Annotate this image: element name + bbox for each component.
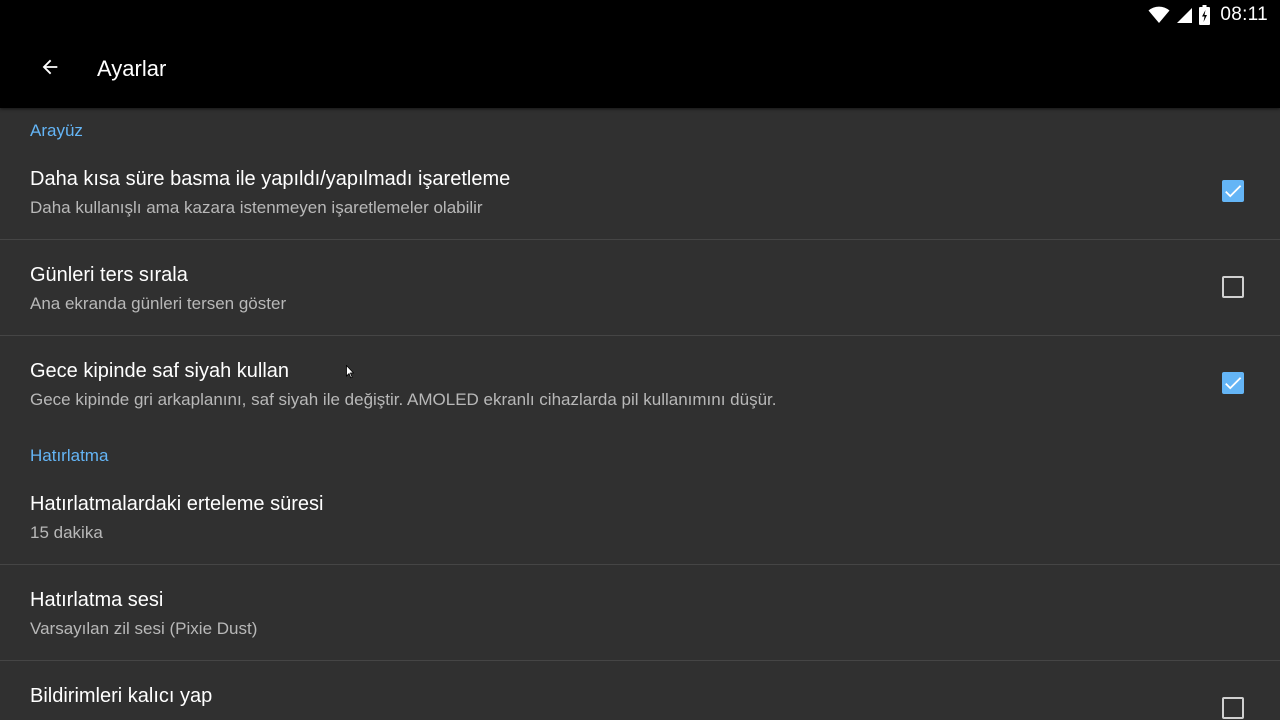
settings-screen: 08:11 Ayarlar Arayüz Daha kısa süre basm…: [0, 0, 1280, 720]
settings-list[interactable]: Arayüz Daha kısa süre basma ile yapıldı/…: [0, 108, 1280, 720]
pref-pure-black[interactable]: Gece kipinde saf siyah kullan Gece kipin…: [0, 336, 1280, 431]
pref-sticky-notifications[interactable]: Bildirimleri kalıcı yap: [0, 661, 1280, 720]
pref-title: Günleri ters sırala: [30, 264, 188, 286]
pref-summary: Varsayılan zil sesi (Pixie Dust): [30, 619, 258, 638]
back-button[interactable]: [22, 41, 78, 97]
status-time: 08:11: [1220, 4, 1268, 25]
reverse-days-checkbox[interactable]: [1222, 276, 1244, 298]
pref-title: Bildirimleri kalıcı yap: [30, 685, 213, 707]
category-header-interface: Arayüz: [30, 121, 83, 140]
pref-title: Gece kipinde saf siyah kullan: [30, 360, 290, 382]
pref-short-press-toggle[interactable]: Daha kısa süre basma ile yapıldı/yapılma…: [0, 154, 1280, 239]
pref-summary: 15 dakika: [30, 523, 103, 542]
pref-summary: Daha kullanışlı ama kazara istenmeyen iş…: [30, 198, 483, 217]
sticky-notifications-checkbox[interactable]: [1222, 697, 1244, 719]
pref-reverse-days[interactable]: Günleri ters sırala Ana ekranda günleri …: [0, 240, 1280, 335]
checkmark-icon: [1225, 185, 1242, 198]
pref-summary: Gece kipinde gri arkaplanını, saf siyah …: [30, 390, 777, 409]
app-bar: Ayarlar: [0, 30, 1280, 108]
page-title: Ayarlar: [97, 56, 167, 81]
battery-icon: [1199, 5, 1211, 25]
status-bar: 08:11: [0, 0, 1280, 30]
mouse-cursor-icon: [346, 364, 355, 379]
pref-title: Hatırlatmalardaki erteleme süresi: [30, 493, 324, 515]
pref-snooze-interval[interactable]: Hatırlatmalardaki erteleme süresi 15 dak…: [0, 476, 1280, 564]
pref-title: Daha kısa süre basma ile yapıldı/yapılma…: [30, 168, 511, 190]
arrow-left-icon: [39, 56, 61, 83]
pref-reminder-sound[interactable]: Hatırlatma sesi Varsayılan zil sesi (Pix…: [0, 565, 1280, 660]
cell-signal-icon: [1176, 7, 1193, 24]
wifi-icon: [1148, 6, 1170, 24]
pref-title: Hatırlatma sesi: [30, 589, 164, 611]
pure-black-checkbox[interactable]: [1222, 372, 1244, 394]
short-press-checkbox[interactable]: [1222, 180, 1244, 202]
status-icons: 08:11: [1148, 4, 1268, 26]
pref-summary: Ana ekranda günleri tersen göster: [30, 294, 287, 313]
category-header-reminders: Hatırlatma: [30, 446, 109, 465]
checkmark-icon: [1225, 377, 1242, 390]
